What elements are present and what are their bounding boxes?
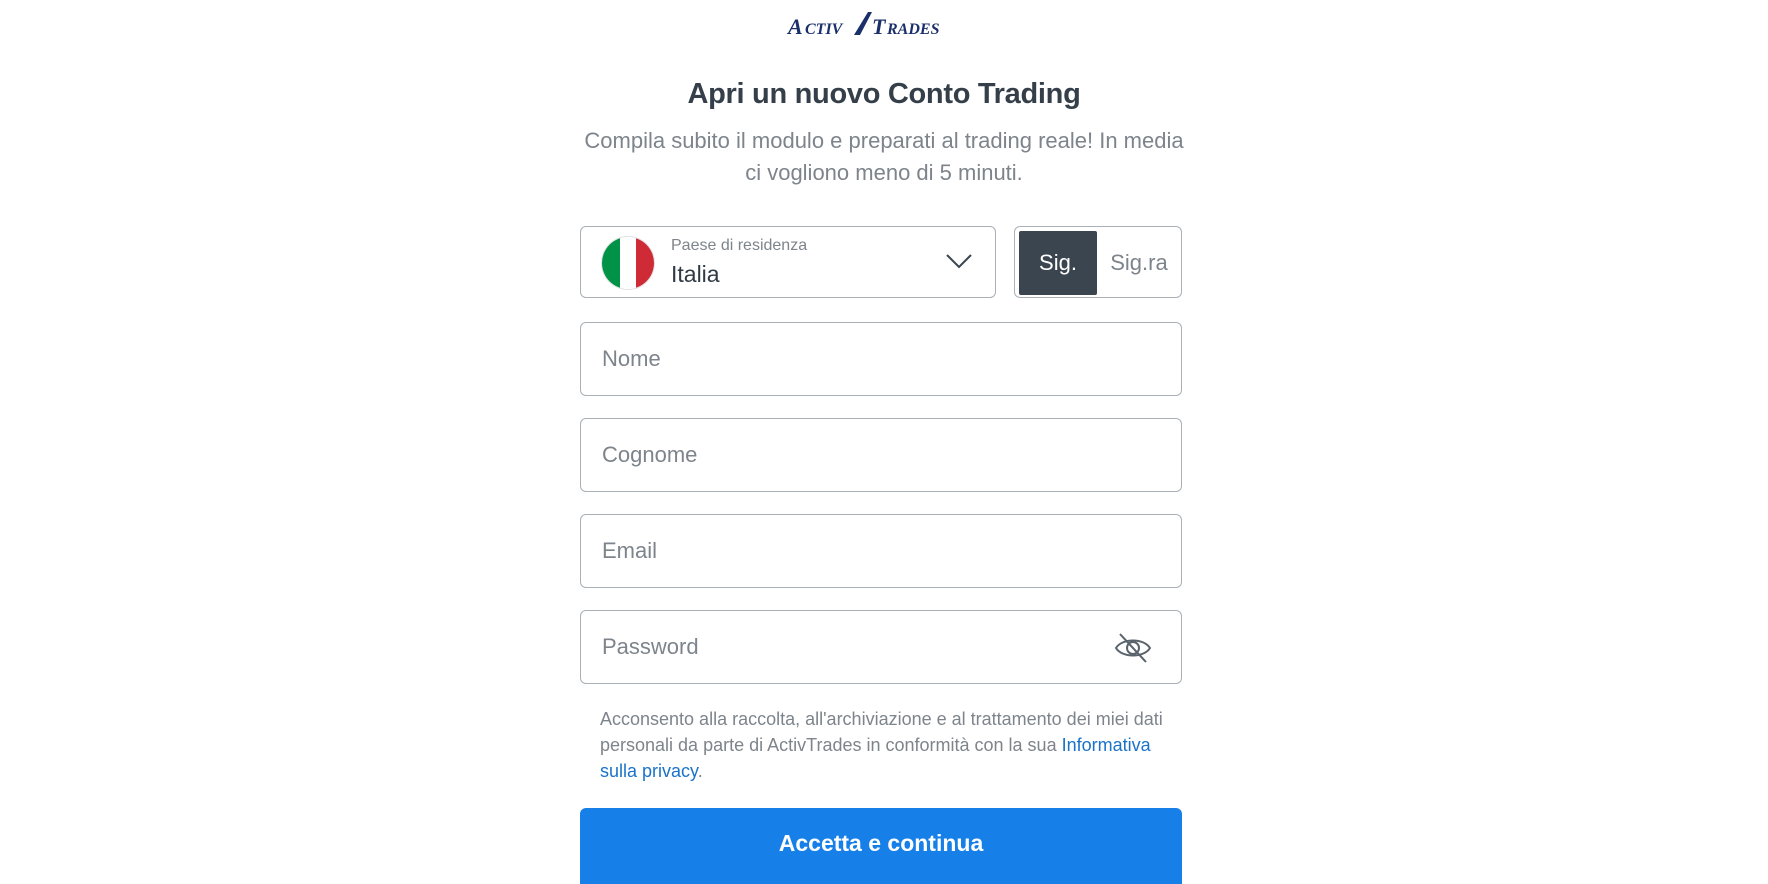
consent-suffix: . bbox=[697, 761, 703, 781]
svg-text:CTIV: CTIV bbox=[805, 21, 844, 38]
chevron-down-icon bbox=[945, 253, 973, 269]
password-input[interactable] bbox=[602, 611, 1122, 683]
svg-text:T: T bbox=[872, 14, 887, 39]
salutation-option-mrs[interactable]: Sig.ra bbox=[1099, 231, 1179, 295]
page-subtitle: Compila subito il modulo e preparati al … bbox=[584, 128, 1184, 185]
svg-text:RADES: RADES bbox=[886, 21, 940, 38]
email-input[interactable] bbox=[602, 515, 1122, 587]
page-title: Apri un nuovo Conto Trading bbox=[687, 78, 1081, 110]
last-name-field bbox=[580, 418, 1182, 492]
country-label: Paese di residenza bbox=[671, 237, 808, 254]
signup-page: A CTIV T RADES Apri un nuovo Conto Tradi… bbox=[0, 0, 1768, 884]
salutation-option-mr[interactable]: Sig. bbox=[1019, 231, 1097, 295]
italy-flag-icon bbox=[602, 237, 654, 289]
last-name-input[interactable] bbox=[602, 419, 1122, 491]
first-name-input[interactable] bbox=[602, 323, 1122, 395]
salutation-toggle: Sig. Sig.ra bbox=[1014, 226, 1182, 298]
svg-text:A: A bbox=[786, 14, 803, 39]
activtrades-logo-icon: A CTIV T RADES bbox=[786, 12, 940, 39]
password-field bbox=[580, 610, 1182, 684]
eye-slash-icon[interactable] bbox=[1113, 631, 1153, 665]
privacy-consent: Acconsento alla raccolta, all'archiviazi… bbox=[600, 706, 1180, 784]
activtrades-logo: A CTIV T RADES bbox=[786, 8, 982, 40]
country-value: Italia bbox=[671, 261, 720, 287]
accept-continue-button[interactable]: Accetta e continua bbox=[580, 808, 1182, 884]
country-select[interactable]: Paese di residenza Italia bbox=[580, 226, 996, 298]
first-name-field bbox=[580, 322, 1182, 396]
email-field bbox=[580, 514, 1182, 588]
